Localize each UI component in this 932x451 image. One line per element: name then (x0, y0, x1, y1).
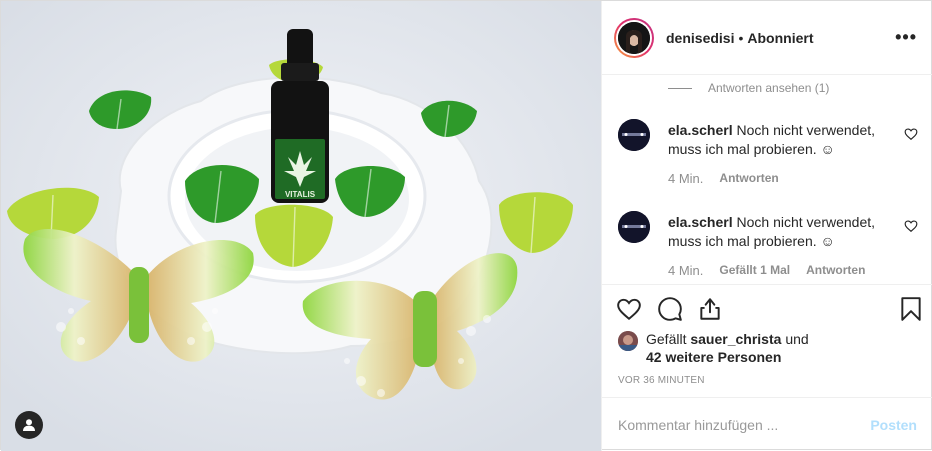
bookmark-icon[interactable] (898, 296, 924, 322)
more-options-icon[interactable]: ••• (895, 27, 917, 48)
commenter-avatar[interactable] (618, 119, 650, 151)
comment-text: ela.scherl Noch nicht verwendet, muss ic… (668, 213, 878, 251)
comment-text: ela.scherl Noch nicht verwendet, muss ic… (668, 121, 878, 159)
author-avatar[interactable] (614, 17, 654, 58)
user-tag-button[interactable] (15, 411, 43, 439)
replies-line (668, 87, 692, 89)
heart-icon[interactable] (616, 296, 642, 322)
comment-time[interactable]: 4 Min. (668, 171, 703, 186)
follow-button[interactable]: Abonniert (747, 30, 813, 46)
commenter-username[interactable]: ela.scherl (668, 122, 733, 138)
comment-input[interactable] (618, 416, 871, 433)
comment-item: ela.scherl Noch nicht verwendet, muss ic… (618, 211, 928, 285)
author-username[interactable]: denisedisi (666, 30, 734, 46)
share-icon[interactable] (697, 296, 723, 322)
commenter-username[interactable]: ela.scherl (668, 214, 733, 230)
comment-like-icon[interactable] (904, 219, 918, 233)
comment-item: ela.scherl Noch nicht verwendet, muss ic… (618, 119, 928, 199)
post-timestamp[interactable]: VOR 36 MINUTEN (618, 375, 705, 386)
comment-meta: 4 Min. Antworten (668, 171, 779, 186)
likes-text: Gefällt sauer_christa und 42 weitere Per… (646, 330, 809, 366)
comment-like-icon[interactable] (904, 127, 918, 141)
liker-avatar[interactable] (618, 331, 638, 351)
post-comment-button[interactable]: Posten (870, 417, 917, 433)
likes-summary: Gefällt sauer_christa und 42 weitere Per… (618, 330, 918, 366)
bottle-label: VITALIS (285, 190, 316, 199)
comment-time[interactable]: 4 Min. (668, 263, 703, 278)
likes-others-link[interactable]: 42 weitere Personen (646, 349, 781, 365)
post-photo[interactable]: VITALIS (1, 1, 601, 451)
instagram-post: VITALIS denisedisi • Abonniert ••• Antwo… (0, 0, 932, 451)
commenter-photo (618, 119, 650, 151)
comment-icon[interactable] (657, 296, 683, 322)
photo-illustration: VITALIS (1, 1, 601, 451)
post-sidebar: denisedisi • Abonniert ••• Antworten ans… (601, 1, 932, 451)
likes-prefix: Gefällt (646, 331, 687, 347)
comment-meta: 4 Min. Gefällt 1 Mal Antworten (668, 263, 865, 278)
view-replies-button[interactable]: Antworten ansehen (1) (668, 81, 829, 95)
likes-connector: und (785, 331, 809, 347)
commenter-avatar[interactable] (618, 211, 650, 243)
liker-username[interactable]: sauer_christa (690, 331, 781, 347)
comment-likes-count[interactable]: Gefällt 1 Mal (719, 263, 790, 278)
user-tag-icon (23, 419, 35, 431)
commenter-photo (618, 211, 650, 243)
post-header: denisedisi • Abonniert ••• (602, 1, 932, 75)
add-comment-bar: Posten (602, 397, 932, 451)
reply-button[interactable]: Antworten (719, 171, 778, 186)
action-bar (602, 284, 932, 334)
liker-photo (618, 331, 638, 351)
view-replies-label: Antworten ansehen (1) (708, 81, 830, 95)
reply-button[interactable]: Antworten (806, 263, 865, 278)
author-photo (618, 21, 650, 54)
header-separator: • (738, 29, 744, 46)
